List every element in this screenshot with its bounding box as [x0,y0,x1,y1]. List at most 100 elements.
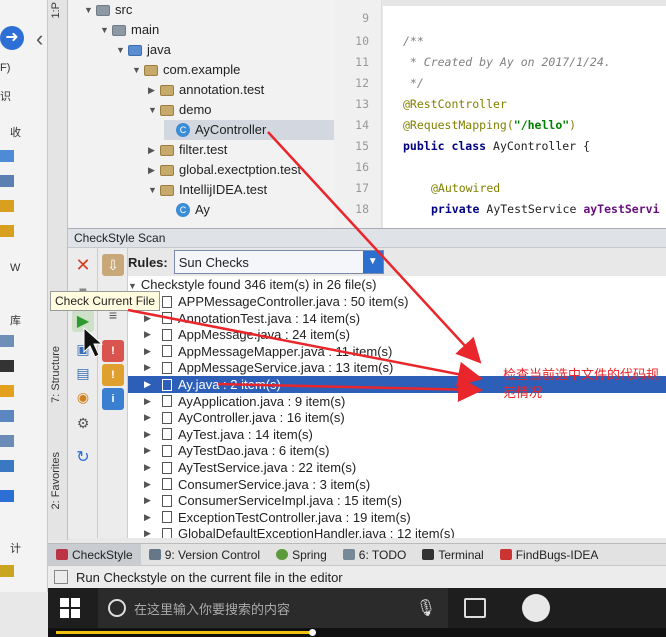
warning-filter-icon[interactable]: ! [102,364,124,386]
tab-terminal[interactable]: Terminal [414,544,491,566]
collapse-arrow-icon[interactable]: ▶ [144,426,156,443]
collapse-arrow-icon[interactable]: ▶ [148,140,160,160]
media-progress-bar[interactable] [48,628,666,637]
tab-findbugs[interactable]: FindBugs-IDEA [492,544,607,566]
windows-start-icon[interactable] [60,598,80,618]
tool-window-toggle-icon[interactable] [54,570,68,584]
bottom-tool-tabs: CheckStyle 9: Version Control Spring 6: … [48,543,666,566]
bookmark-icon [0,225,14,237]
code-token: "/hello" [513,118,570,132]
collapse-arrow-icon[interactable]: ▶ [144,525,156,538]
result-row[interactable]: ▶ AppMessageMapper.java : 11 item(s) [128,343,666,360]
tree-item-src[interactable]: ▼ src [84,0,132,20]
collapse-arrow-icon[interactable]: ▶ [144,310,156,327]
info-filter-icon[interactable]: i [102,388,124,410]
collapse-arrow-icon[interactable]: ▶ [144,442,156,459]
chevron-left-icon[interactable]: ‹ [36,26,43,52]
result-row[interactable]: ▶ AnnotationTest.java : 14 item(s) [128,310,666,327]
tree-item-intellijidea-test[interactable]: ▼ IntellijIDEA.test [148,180,267,200]
code-line: * Created by Ay on 2017/1/24. [403,55,611,69]
tree-item-annotation-test[interactable]: ▶ annotation.test [148,80,264,100]
task-view-icon[interactable] [464,598,486,618]
left-tool-window-bar: 1:P 7: Structure 2: Favorites [48,0,68,540]
collapse-arrow-icon[interactable]: ▶ [144,459,156,476]
collapse-arrow-icon[interactable]: ▶ [148,160,160,180]
tree-item-ay[interactable]: C Ay [164,200,210,220]
result-row-label: Ay.java : 2 item(s) [178,377,281,392]
tab-todo[interactable]: 6: TODO [335,544,415,566]
result-row[interactable]: ▶ GlobalDefaultExceptionHandler.java : 12… [128,525,666,538]
java-file-icon [162,461,172,474]
result-row[interactable]: ▶ ConsumerService.java : 3 item(s) [128,476,666,493]
collapse-arrow-icon[interactable]: ▶ [144,376,156,393]
tree-item-com-example[interactable]: ▼ com.example [132,60,240,80]
code-editor[interactable]: /** * Created by Ay on 2017/1/24. */ @Re… [383,0,666,228]
tree-item-java[interactable]: ▼ java [116,40,171,60]
result-row-label: AyTest.java : 14 item(s) [178,426,313,442]
result-row[interactable]: ▶ AyController.java : 16 item(s) [128,409,666,426]
annotation-note: 检查当前选中文件的代码规范情况 [503,367,660,400]
rules-select-value: Sun Checks [178,254,249,270]
expand-arrow-icon[interactable]: ▼ [148,100,160,120]
media-progress-knob[interactable] [309,629,316,636]
app-fan-icon[interactable] [522,594,550,622]
expand-arrow-icon[interactable]: ▼ [100,20,112,40]
tab-favorites[interactable]: 2: Favorites [50,452,62,509]
tab-checkstyle[interactable]: CheckStyle [48,543,141,566]
check-project-icon[interactable]: ▤ [72,362,94,384]
result-row-label: GlobalDefaultExceptionHandler.java : 12 … [178,526,455,538]
rules-select[interactable]: Sun Checks ▼ [173,250,384,274]
result-row[interactable]: ▶ AyTest.java : 14 item(s) [128,426,666,443]
play-icon[interactable]: ▶ [72,310,94,332]
refresh-icon[interactable]: ↻ [72,446,94,468]
check-module-icon[interactable]: ▣ [72,338,94,360]
result-row[interactable]: ▶APPMessageController.java : 50 item(s) [128,293,666,310]
bookmark-icon [0,490,14,502]
tree-item-global-exectption-test[interactable]: ▶ global.exectption.test [148,160,301,180]
tree-item-demo[interactable]: ▼ demo [148,100,212,120]
tab-project[interactable]: 1:P [50,2,62,19]
tab-spring[interactable]: Spring [268,544,335,566]
java-file-icon [162,312,172,325]
result-row[interactable]: ▶ AppMessage.java : 24 item(s) [128,326,666,343]
result-row[interactable]: ▶ AyTestService.java : 22 item(s) [128,459,666,476]
result-row[interactable]: ▶ AyTestDao.java : 6 item(s) [128,442,666,459]
tab-version-control[interactable]: 9: Version Control [141,544,268,566]
collapse-arrow-icon[interactable]: ▶ [144,476,156,493]
chevron-down-icon[interactable]: ▼ [362,251,383,273]
expand-arrow-icon[interactable]: ▼ [132,60,144,80]
expand-arrow-icon[interactable]: ▼ [128,281,137,291]
expand-arrow-icon[interactable]: ▼ [116,40,128,60]
java-file-icon [162,411,172,424]
settings-icon[interactable]: ⚙ [72,412,94,434]
taskbar-search-box[interactable]: 在这里输入你要搜索的内容 🎙 [98,588,448,628]
check-changed-icon[interactable]: ◉ [72,386,94,408]
collapse-arrow-icon[interactable]: ▶ [144,492,156,509]
tree-item-main[interactable]: ▼ main [100,20,159,40]
microphone-icon[interactable]: 🎙 [416,598,436,618]
result-row[interactable]: ▶ ExceptionTestController.java : 19 item(… [128,509,666,526]
result-row-label: AppMessageService.java : 13 item(s) [178,360,394,376]
collapse-arrow-icon[interactable]: ▶ [144,509,156,526]
expand-arrow-icon[interactable]: ▼ [148,180,160,200]
back-arrow-icon[interactable]: ➜ [0,26,24,50]
line-number: 16 [355,160,369,174]
tree-item-aycontroller[interactable]: C AyController [164,120,334,140]
close-icon[interactable]: ✕ [72,254,94,276]
collapse-arrow-icon[interactable]: ▶ [144,326,156,343]
collapse-arrow-icon[interactable]: ▶ [144,343,156,360]
java-file-icon [162,345,172,358]
result-row[interactable]: ▶ ConsumerServiceImpl.java : 15 item(s) [128,492,666,509]
tab-structure[interactable]: 7: Structure [50,346,62,403]
download-icon[interactable]: ⇩ [102,254,124,276]
java-file-icon [162,378,172,391]
collapse-arrow-icon[interactable]: ▶ [144,393,156,410]
expand-arrow-icon[interactable]: ▼ [84,0,96,20]
collapse-arrow-icon[interactable]: ▶ [144,359,156,376]
collapse-arrow-icon[interactable]: ▶ [148,80,160,100]
tree-item-filter-test[interactable]: ▶ filter.test [148,140,227,160]
results-summary[interactable]: ▼ Checkstyle found 346 item(s) in 26 file… [128,276,376,293]
tree-item-label: src [115,2,133,17]
error-filter-icon[interactable]: ! [102,340,124,362]
collapse-arrow-icon[interactable]: ▶ [144,409,156,426]
